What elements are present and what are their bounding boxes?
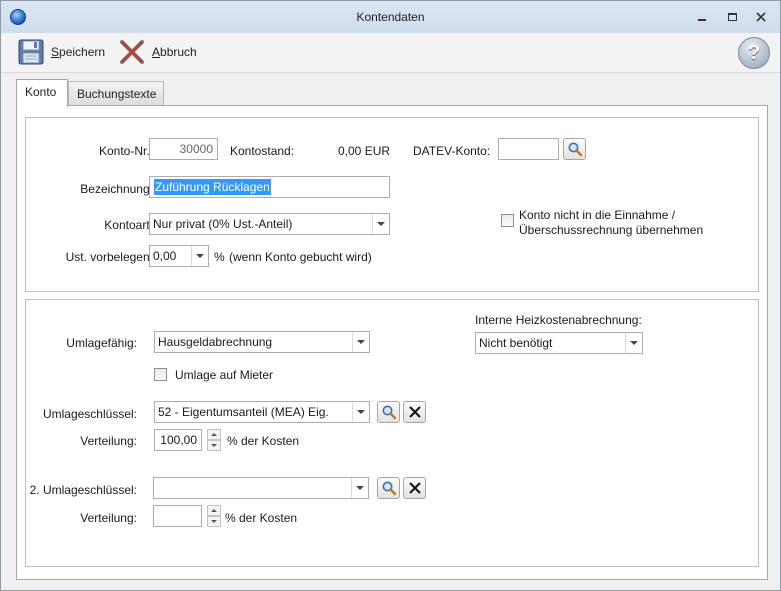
umlageschluessel-label: Umlageschlüssel: (42, 407, 137, 421)
bezeichnung-field[interactable]: Zuführung Rücklagen (149, 176, 390, 198)
umlagefaehig-value: Hausgeldabrechnung (158, 335, 273, 349)
account-group: Konto-Nr.: 30000 Kontostand: 0,00 EUR DA… (25, 117, 759, 292)
umlage-mieter-checkbox[interactable] (154, 368, 167, 381)
black-x-icon (408, 482, 421, 494)
heizkosten-select[interactable]: Nicht benötigt (475, 332, 643, 354)
abort-label: Abbruch (152, 45, 197, 59)
kontostand-value: 0,00 EUR (338, 144, 391, 158)
verteilung2-field[interactable] (153, 505, 202, 527)
allocation-group: Interne Heizkostenabrechnung: Nicht benö… (25, 299, 759, 567)
einnahme-label-line2: Überschussrechnung übernehmen (519, 223, 704, 237)
konto-nr-field[interactable]: 30000 (149, 138, 218, 160)
chevron-down-icon (352, 332, 369, 352)
umlageschluessel-search-button[interactable] (377, 401, 400, 423)
einnahme-label-line1: Konto nicht in die Einnahme / (519, 208, 676, 222)
chevron-down-icon (625, 333, 642, 353)
floppy-disk-icon (18, 39, 44, 65)
abort-button[interactable]: Abbruch (118, 37, 197, 67)
bezeichnung-value: Zuführung Rücklagen (154, 179, 271, 195)
umlage-mieter-label: Umlage auf Mieter (175, 368, 274, 382)
heizkosten-value: Nicht benötigt (479, 336, 553, 350)
ust-select[interactable]: 0,00 (149, 245, 209, 267)
maximize-button[interactable] (720, 9, 744, 25)
einnahme-checkbox[interactable] (501, 214, 514, 227)
spin-up-icon[interactable] (207, 505, 221, 516)
umlageschluessel2-clear-button[interactable] (403, 477, 426, 499)
window: Kontendaten Speichern Abbruch ? Konto Bu… (0, 0, 781, 591)
umlageschluessel-value: 52 - Eigentumsanteil (MEA) Eig. (158, 405, 329, 419)
umlageschluessel-select[interactable]: 52 - Eigentumsanteil (MEA) Eig. (154, 401, 370, 423)
chevron-down-icon (191, 246, 208, 266)
verteilung2-label: Verteilung: (80, 511, 137, 525)
umlagefaehig-select[interactable]: Hausgeldabrechnung (154, 331, 370, 353)
chevron-down-icon (351, 478, 368, 498)
chevron-down-icon (352, 402, 369, 422)
ust-label: Ust. vorbelegen: (65, 250, 153, 264)
spin-down-icon[interactable] (207, 440, 221, 451)
heizkosten-label: Interne Heizkostenabrechnung: (475, 313, 642, 327)
verteilung-stepper[interactable] (207, 429, 221, 451)
ust-unit: % (214, 250, 225, 264)
close-icon (756, 12, 766, 22)
save-button[interactable]: Speichern (17, 37, 105, 67)
black-x-icon (408, 406, 421, 418)
toolbar: Speichern Abbruch (1, 33, 780, 73)
close-button[interactable] (749, 9, 773, 25)
minimize-icon (698, 19, 706, 21)
maximize-icon (727, 13, 737, 21)
title-bar: Kontendaten (1, 1, 780, 33)
verteilung-label: Verteilung: (80, 434, 137, 448)
konto-nr-label: Konto-Nr.: (98, 144, 153, 158)
save-label: Speichern (51, 45, 106, 59)
kontoart-value: Nur privat (0% Ust.-Anteil) (153, 217, 293, 231)
ust-hint: (wenn Konto gebucht wird) (229, 250, 372, 264)
ust-value: 0,00 (153, 249, 177, 263)
verteilung-unit: % der Kosten (227, 434, 300, 448)
verteilung-field[interactable]: 100,00 (154, 429, 202, 451)
kontoart-select[interactable]: Nur privat (0% Ust.-Anteil) (149, 213, 390, 235)
kontostand-label: Kontostand: (230, 144, 295, 158)
help-icon: ? (747, 41, 761, 64)
umlageschluessel-clear-button[interactable] (403, 401, 426, 423)
tab-buchungstexte[interactable]: Buchungstexte (68, 81, 164, 106)
help-button[interactable]: ? (738, 37, 770, 69)
umlagefaehig-label: Umlagefähig: (66, 336, 137, 350)
datev-field[interactable] (498, 138, 559, 160)
red-x-icon (120, 40, 144, 64)
umlageschluessel2-label: 2. Umlageschlüssel: (29, 483, 137, 497)
chevron-down-icon (372, 214, 389, 234)
magnifier-icon (382, 481, 396, 496)
tab-panel-konto: Konto-Nr.: 30000 Kontostand: 0,00 EUR DA… (16, 105, 768, 580)
tab-konto[interactable]: Konto (16, 79, 68, 107)
datev-search-button[interactable] (563, 138, 586, 160)
magnifier-icon (568, 142, 582, 157)
bezeichnung-label: Bezeichnung: (80, 182, 153, 196)
umlageschluessel2-select[interactable] (153, 477, 369, 499)
minimize-button[interactable] (690, 9, 714, 25)
umlageschluessel2-search-button[interactable] (377, 477, 400, 499)
kontoart-label: Kontoart: (104, 218, 153, 232)
verteilung2-unit: % der Kosten (225, 511, 298, 525)
spin-up-icon[interactable] (207, 429, 221, 440)
datev-label: DATEV-Konto: (413, 144, 491, 158)
verteilung2-stepper[interactable] (207, 505, 221, 527)
spin-down-icon[interactable] (207, 516, 221, 527)
window-title: Kontendaten (356, 10, 425, 24)
magnifier-icon (382, 405, 396, 420)
